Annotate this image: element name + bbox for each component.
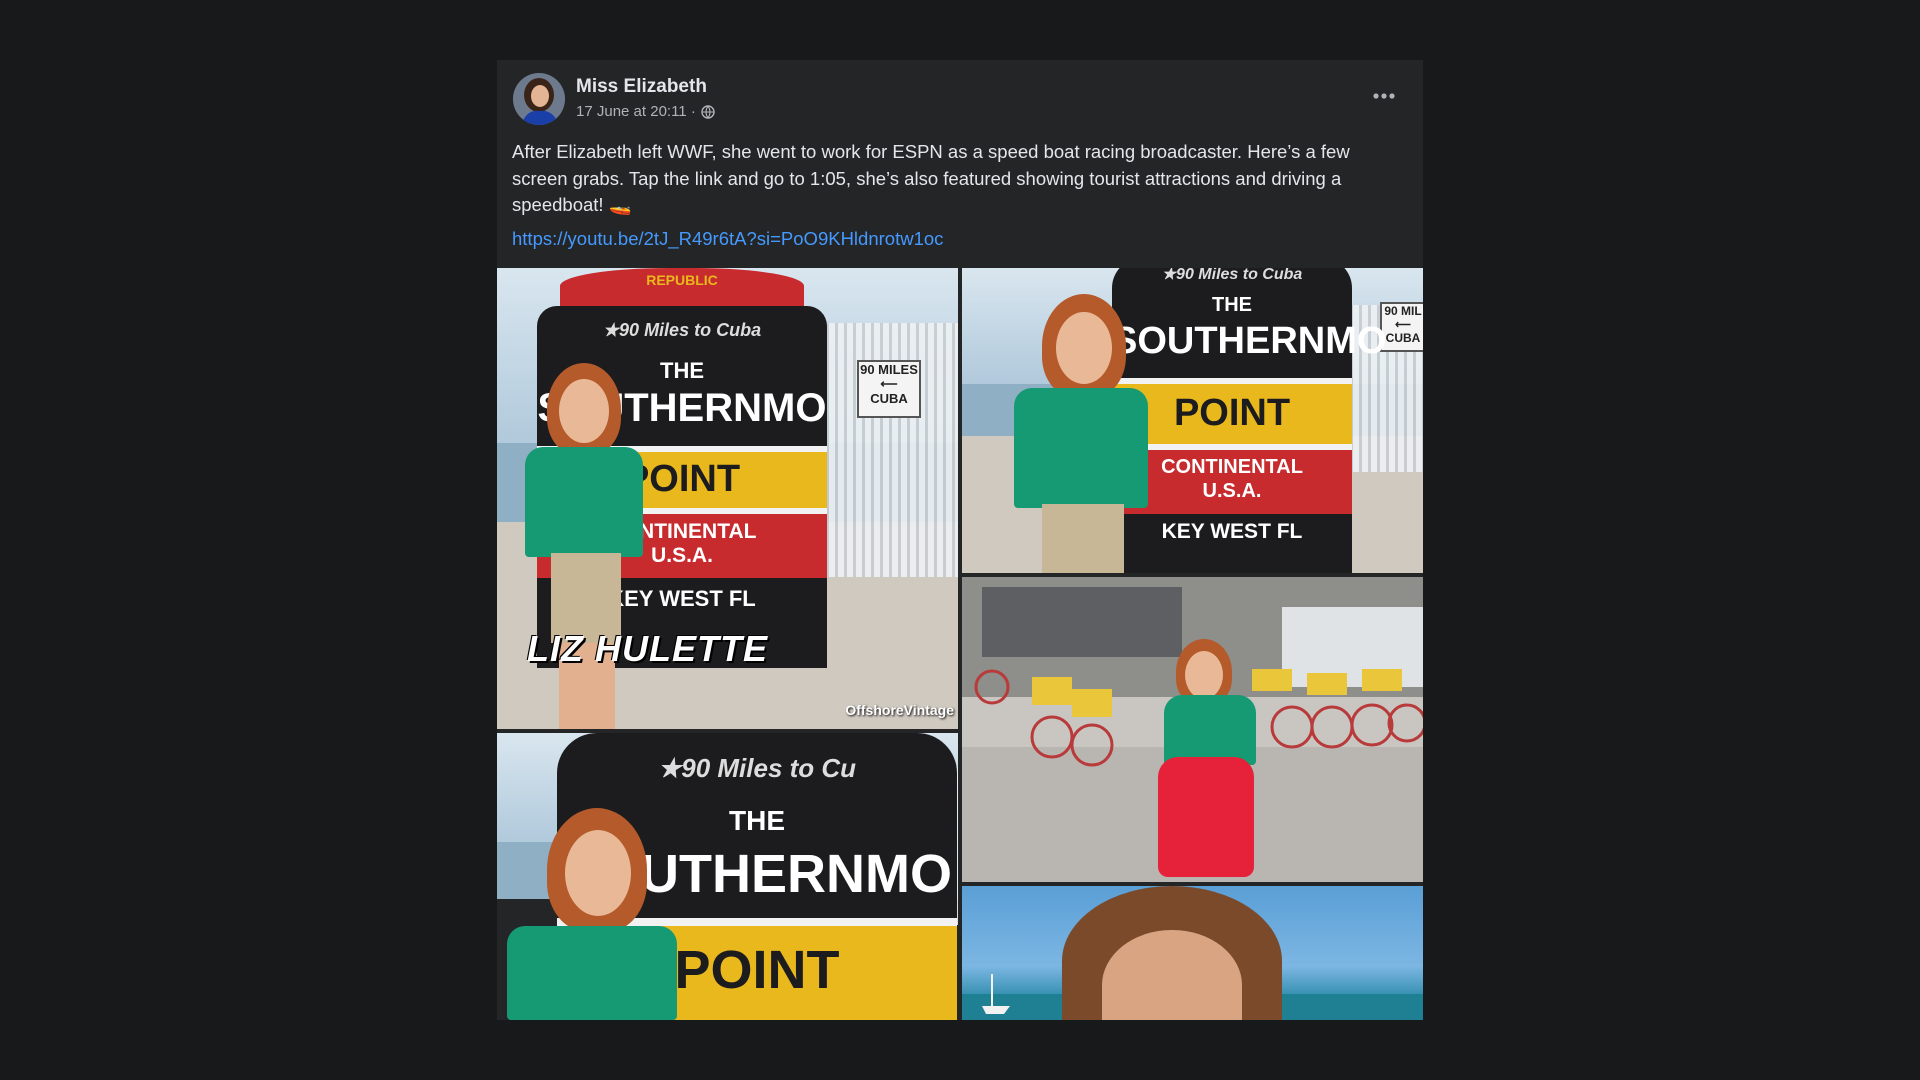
photo-5[interactable] [962, 886, 1423, 1020]
post-meta: 17 June at 20:11 · [576, 103, 715, 120]
woman-figure [511, 363, 651, 729]
woman-figure [1006, 294, 1156, 573]
buoy-text: REPUBLIC [646, 272, 718, 288]
buoy-text: ★90 Miles to Cu [657, 753, 857, 783]
photo-2[interactable]: 90 MIL ⟵ CUBA ★90 Miles to Cuba THE SOUT… [962, 268, 1423, 573]
facebook-post: Miss Elizabeth 17 June at 20:11 · After … [497, 60, 1423, 1020]
author-name[interactable]: Miss Elizabeth [576, 76, 707, 98]
cuba-sign: 90 MILES ⟵ CUBA [857, 360, 921, 418]
post-timestamp[interactable]: 17 June at 20:11 · [576, 103, 696, 120]
buoy-text: ★90 Miles to Cuba [1161, 268, 1303, 283]
woman-figure [507, 808, 687, 1020]
post-text: After Elizabeth left WWF, she went to wo… [512, 141, 1350, 215]
more-horizontal-icon [1373, 93, 1395, 99]
photo-3[interactable]: ★90 Miles to Cu THE SOUTHERNMO POINT [497, 733, 958, 1020]
watermark: OffshoreVintage [845, 702, 954, 718]
name-caption: LIZ HULETTE [527, 628, 768, 669]
sign-text: CUBA [870, 391, 908, 406]
cuba-sign: 90 MIL ⟵ CUBA [1380, 302, 1423, 352]
buoy-text: ★90 Miles to Cuba [602, 320, 762, 340]
globe-icon [701, 104, 715, 119]
avatar-image [513, 73, 565, 125]
sign-text: 90 MIL [1384, 304, 1422, 318]
sign-text: 90 MILES [860, 362, 918, 377]
photo-grid: 90 MILES ⟵ CUBA REPUBLIC ★90 Miles to Cu… [497, 268, 1423, 1020]
author-avatar[interactable] [513, 73, 565, 125]
sign-text: CUBA [1385, 331, 1421, 345]
woman-on-scooter [1158, 639, 1268, 882]
boat-icon [982, 974, 1010, 1014]
post-link[interactable]: https://youtu.be/2tJ_R49r6tA?si=PoO9KHld… [512, 228, 943, 250]
photo-4[interactable] [962, 577, 1423, 882]
red-scooter [1158, 757, 1254, 877]
photo-1[interactable]: 90 MILES ⟵ CUBA REPUBLIC ★90 Miles to Cu… [497, 268, 958, 729]
post-header: Miss Elizabeth 17 June at 20:11 · [497, 60, 1423, 130]
more-options-button[interactable] [1367, 85, 1401, 107]
